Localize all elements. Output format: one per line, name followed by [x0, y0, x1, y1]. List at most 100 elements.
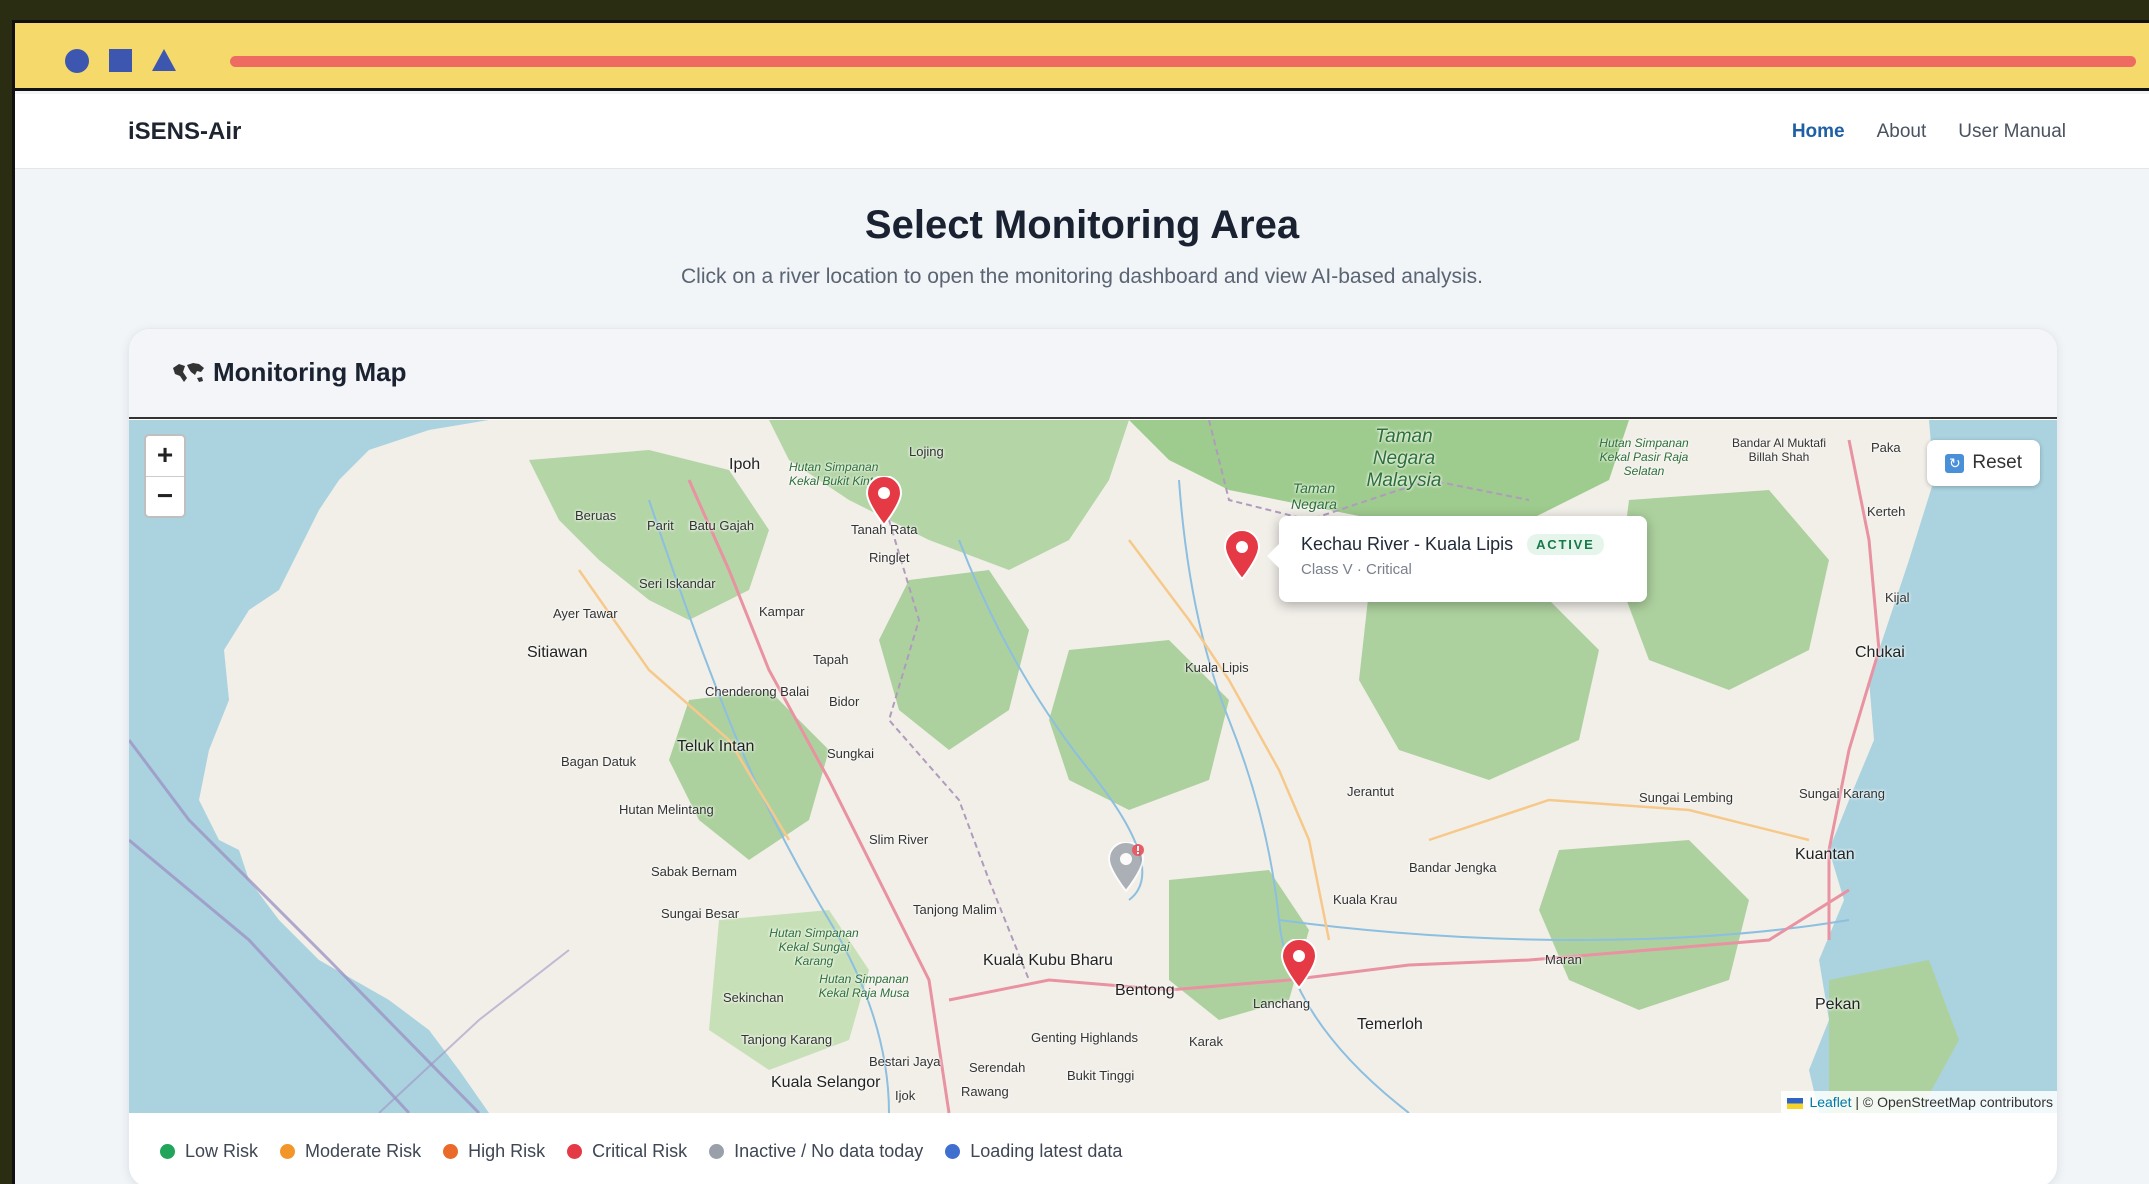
attribution-text: | © OpenStreetMap contributors	[1855, 1094, 2053, 1110]
map-label-kerteh: Kerteh	[1867, 504, 1906, 519]
popup-subtitle: Class V · Critical	[1301, 561, 1412, 578]
map-label-tanjong-karang: Tanjong Karang	[741, 1032, 833, 1047]
location-popup[interactable]: Kechau River - Kuala Lipis ACTIVE Class …	[1267, 516, 1647, 602]
legend-label: High Risk	[468, 1140, 546, 1161]
progress-bar	[230, 56, 2136, 67]
card-title-text: Monitoring Map	[213, 357, 407, 387]
zoom-out-button[interactable]: −	[146, 476, 184, 516]
zoom-in-button[interactable]: +	[146, 436, 184, 476]
page-title: Select Monitoring Area	[864, 203, 1300, 247]
reset-button[interactable]: ↻ Reset	[1927, 440, 2040, 486]
legend-label: Inactive / No data today	[734, 1140, 924, 1161]
monitoring-map-card: Monitoring Map Ipoh Lojing Tanah Rata Ri…	[128, 328, 2058, 1184]
map-label-sungai-lembing: Sungai Lembing	[1639, 790, 1733, 805]
map-label-paka: Paka	[1871, 440, 1901, 455]
map-label-hutan-raja-musa: Hutan Simpanan Kekal Raja Musa	[818, 972, 910, 1000]
navbar: iSENS-Air Home About User Manual	[15, 94, 2149, 169]
legend-item-inactive: Inactive / No data today	[709, 1141, 923, 1162]
card-title: Monitoring Map	[171, 357, 407, 388]
legend-label: Critical Risk	[592, 1140, 688, 1161]
status-badge: ACTIVE	[1527, 534, 1604, 555]
map-label-taman-negara-malaysia: Taman Negara Malaysia	[1366, 426, 1442, 491]
popup-title: Kechau River - Kuala Lipis	[1301, 534, 1514, 554]
map-label-taman-negara: Taman Negara	[1291, 480, 1337, 512]
map-label-ayer-tawar: Ayer Tawar	[553, 606, 618, 621]
map-label-ipoh: Ipoh	[729, 456, 761, 473]
nav-links: Home About User Manual	[1792, 121, 2066, 143]
map-marker-critical-lanchang[interactable]	[1280, 939, 1318, 989]
map-label-ijok: Ijok	[895, 1088, 916, 1103]
legend-label: Moderate Risk	[305, 1140, 422, 1161]
map-label-teluk-intan: Teluk Intan	[677, 738, 755, 755]
map-label-temerloh: Temerloh	[1357, 1016, 1423, 1033]
map-label-sungkai: Sungkai	[827, 746, 874, 761]
map-label-slim-river: Slim River	[869, 832, 929, 847]
zoom-control: + −	[144, 434, 186, 518]
map-label-beruas: Beruas	[575, 508, 617, 523]
legend-item-moderate-risk: Moderate Risk	[280, 1141, 421, 1162]
map-label-maran: Maran	[1545, 952, 1582, 967]
map-label-kijal: Kijal	[1885, 590, 1910, 605]
card-header: Monitoring Map	[129, 329, 2057, 419]
map-label-chukai: Chukai	[1855, 644, 1905, 661]
map-label-hutan-sungai-karang: Hutan Simpanan Kekal Sungai Karang	[769, 926, 859, 968]
map-label-sitiawan: Sitiawan	[527, 644, 588, 661]
map-label-hutan-pasir-raja: Hutan Simpanan Kekal Pasir Raja Selatan	[1599, 436, 1689, 478]
leaflet-link[interactable]: Leaflet	[1809, 1094, 1851, 1110]
triangle-icon[interactable]	[152, 49, 176, 71]
map-marker-inactive-bentong[interactable]	[1107, 842, 1145, 892]
map-label-sungai-besar: Sungai Besar	[661, 906, 740, 921]
legend-item-loading: Loading latest data	[945, 1141, 1122, 1162]
page-subtitle: Click on a river location to open the mo…	[681, 265, 1483, 288]
map-label-kuala-lipis: Kuala Lipis	[1185, 660, 1249, 675]
map-marker-critical-tanah-rata[interactable]	[865, 476, 903, 526]
world-map-icon	[173, 362, 204, 382]
map-label-rawang: Rawang	[961, 1084, 1009, 1099]
map-label-sekinchan: Sekinchan	[723, 990, 784, 1005]
square-icon[interactable]	[109, 49, 132, 72]
nav-user-manual-link[interactable]: User Manual	[1958, 121, 2066, 143]
map-view[interactable]: Ipoh Lojing Tanah Rata Ringlet Beruas Pa…	[129, 420, 2057, 1113]
map-label-kuantan: Kuantan	[1795, 846, 1855, 863]
nav-about-link[interactable]: About	[1877, 121, 1927, 143]
nav-home-link[interactable]: Home	[1792, 121, 1845, 143]
circle-icon[interactable]	[65, 49, 89, 73]
map-label-bagan-datuk: Bagan Datuk	[561, 754, 637, 769]
legend-label: Loading latest data	[970, 1140, 1123, 1161]
map-label-kuala-kubu: Kuala Kubu Bharu	[983, 952, 1113, 969]
map-label-kampar: Kampar	[759, 604, 805, 619]
map-label-seri-iskandar: Seri Iskandar	[639, 576, 716, 591]
map-label-kuala-krau: Kuala Krau	[1333, 892, 1398, 907]
legend-item-low-risk: Low Risk	[160, 1141, 258, 1162]
legend-dot	[160, 1143, 175, 1159]
legend-label: Low Risk	[185, 1140, 259, 1161]
legend-dot	[280, 1143, 296, 1159]
map-tiles	[129, 420, 1959, 1113]
map-label-tapah: Tapah	[813, 652, 849, 667]
map-label-bukit-tinggi: Bukit Tinggi	[1067, 1068, 1135, 1083]
map-label-jerantut: Jerantut	[1347, 784, 1394, 799]
legend-dot	[945, 1143, 961, 1159]
map-legend: Low Risk Moderate Risk High Risk Critica…	[129, 1113, 2057, 1184]
map-label-karak: Karak	[1189, 1034, 1223, 1049]
map-label-chenderong: Chenderong Balai	[705, 684, 810, 699]
map-marker-critical-kuala-lipis[interactable]	[1223, 530, 1261, 580]
map-label-genting: Genting Highlands	[1031, 1030, 1138, 1045]
map-label-hutan-melintang: Hutan Melintang	[619, 802, 714, 817]
brand-logo[interactable]: iSENS-Air	[128, 118, 241, 146]
map-label-lanchang: Lanchang	[1253, 996, 1311, 1011]
map-label-ringlet: Ringlet	[869, 550, 910, 565]
map-label-bidor: Bidor	[829, 694, 860, 709]
legend-dot	[443, 1143, 459, 1159]
map-label-parit: Parit	[647, 518, 674, 533]
reset-label: Reset	[1972, 452, 2022, 473]
map-attribution: Leaflet | © OpenStreetMap contributors	[1780, 1091, 2057, 1113]
map-label-serendah: Serendah	[969, 1060, 1026, 1075]
map-label-batu-gajah: Batu Gajah	[689, 518, 755, 533]
window-toolbar	[15, 23, 2149, 91]
refresh-icon: ↻	[1945, 453, 1965, 473]
map-label-sungai-karang: Sungai Karang	[1799, 786, 1886, 801]
map-label-bestari-jaya: Bestari Jaya	[869, 1054, 941, 1069]
legend-item-high-risk: High Risk	[443, 1141, 545, 1162]
browser-window: iSENS-Air Home About User Manual Select …	[12, 20, 2149, 1184]
